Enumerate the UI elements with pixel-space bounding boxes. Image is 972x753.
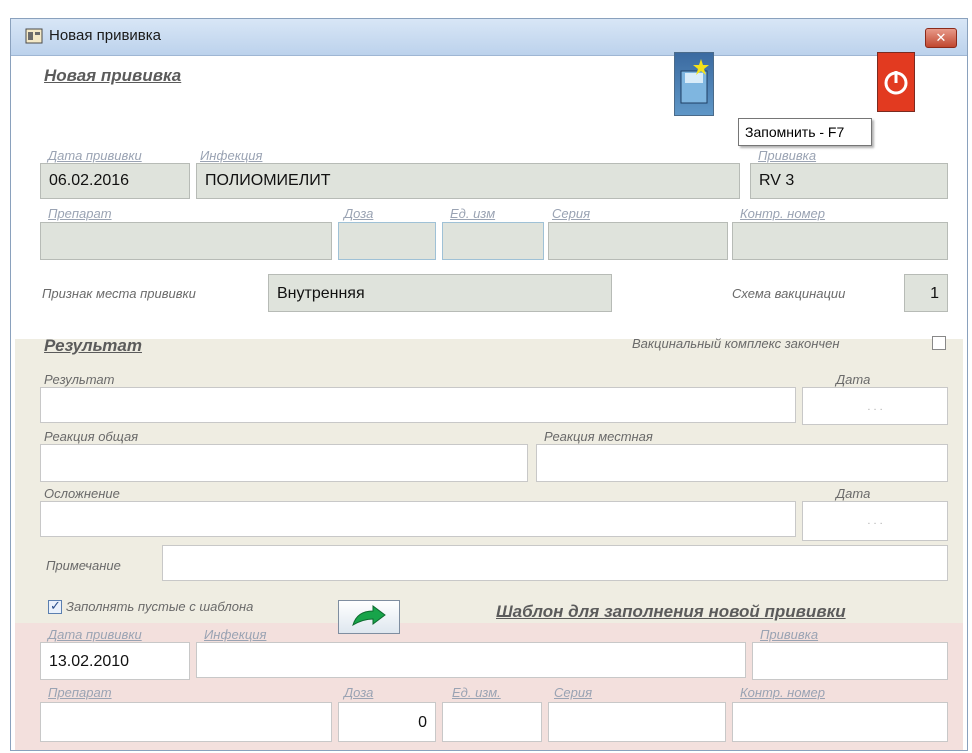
template-dose-label: Доза (344, 685, 374, 700)
result-date-field[interactable]: . . . (802, 387, 948, 425)
local-reaction-field[interactable] (536, 444, 948, 482)
infection-label: Инфекция (200, 148, 263, 163)
template-series-label: Серия (554, 685, 593, 700)
template-vaccination-field[interactable] (752, 642, 948, 680)
green-arrow-icon (352, 605, 386, 627)
template-title: Шаблон для заполнения новой прививки (496, 602, 846, 621)
general-reaction-field[interactable] (40, 444, 528, 482)
template-infection-label: Инфекция (204, 627, 267, 642)
template-unit-field[interactable] (442, 702, 542, 742)
site-label: Признак места прививки (42, 286, 196, 301)
control-number-label: Контр. номер (740, 206, 825, 221)
result-title: Результат (44, 336, 142, 355)
complication-date-label: Дата (836, 486, 871, 501)
template-unit-label: Ед. изм. (452, 685, 501, 700)
date-label: Дата прививки (48, 148, 142, 163)
dose-label: Доза (344, 206, 374, 221)
template-drug-label: Препарат (48, 685, 112, 700)
template-control-number-label: Контр. номер (740, 685, 825, 700)
result-date-label: Дата (836, 372, 871, 387)
result-label: Результат (44, 372, 115, 387)
apply-template-button[interactable] (338, 600, 400, 634)
save-tooltip: Запомнить - F7 (738, 118, 872, 146)
power-icon (884, 71, 908, 95)
scheme-field[interactable]: 1 (904, 274, 948, 312)
control-number-field[interactable] (732, 222, 948, 260)
drug-field[interactable] (40, 222, 332, 260)
title-bar[interactable]: Новая прививка ✕ (11, 19, 967, 56)
exit-button[interactable] (877, 52, 915, 112)
general-reaction-label: Реакция общая (44, 429, 139, 444)
complication-label: Осложнение (44, 486, 120, 501)
save-icon (680, 59, 709, 104)
complex-done-label: Вакцинальный комплекс закончен (632, 336, 840, 351)
template-drug-field[interactable] (40, 702, 332, 742)
save-button[interactable] (674, 52, 714, 116)
template-control-number-field[interactable] (732, 702, 948, 742)
template-vaccination-label: Прививка (760, 627, 819, 642)
note-label: Примечание (46, 558, 121, 573)
local-reaction-label: Реакция местная (544, 429, 653, 444)
series-field[interactable] (548, 222, 728, 260)
vaccination-date-field[interactable]: 06.02.2016 (40, 163, 190, 199)
scheme-label: Схема вакцинации (732, 286, 846, 301)
page-title: Новая прививка (44, 66, 182, 85)
fill-from-template-checkbox[interactable]: ✓ (48, 598, 62, 614)
site-field[interactable]: Внутренняя (268, 274, 612, 312)
vaccination-label: Прививка (758, 148, 817, 163)
note-field[interactable] (162, 545, 948, 581)
complication-field[interactable] (40, 501, 796, 537)
result-field[interactable] (40, 387, 796, 423)
template-series-field[interactable] (548, 702, 726, 742)
template-infection-field[interactable] (196, 642, 746, 678)
dose-field[interactable] (338, 222, 436, 260)
series-label: Серия (552, 206, 591, 221)
complication-date-field[interactable]: . . . (802, 501, 948, 541)
complex-done-checkbox[interactable] (932, 336, 946, 350)
checkmark-icon: ✓ (50, 598, 61, 613)
window-title: Новая прививка (49, 27, 162, 44)
fill-from-template-label: Заполнять пустые с шаблона (66, 599, 254, 614)
drug-label: Препарат (48, 206, 112, 221)
form-icon (25, 28, 43, 44)
vaccination-field[interactable]: RV 3 (750, 163, 948, 199)
unit-label: Ед. изм (450, 206, 496, 221)
template-date-label: Дата прививки (48, 627, 142, 642)
template-dose-field[interactable]: 0 (338, 702, 436, 742)
unit-field[interactable] (442, 222, 544, 260)
template-date-field[interactable]: 13.02.2010 (40, 642, 190, 680)
close-button[interactable]: ✕ (925, 28, 957, 48)
infection-field[interactable]: ПОЛИОМИЕЛИТ (196, 163, 740, 199)
